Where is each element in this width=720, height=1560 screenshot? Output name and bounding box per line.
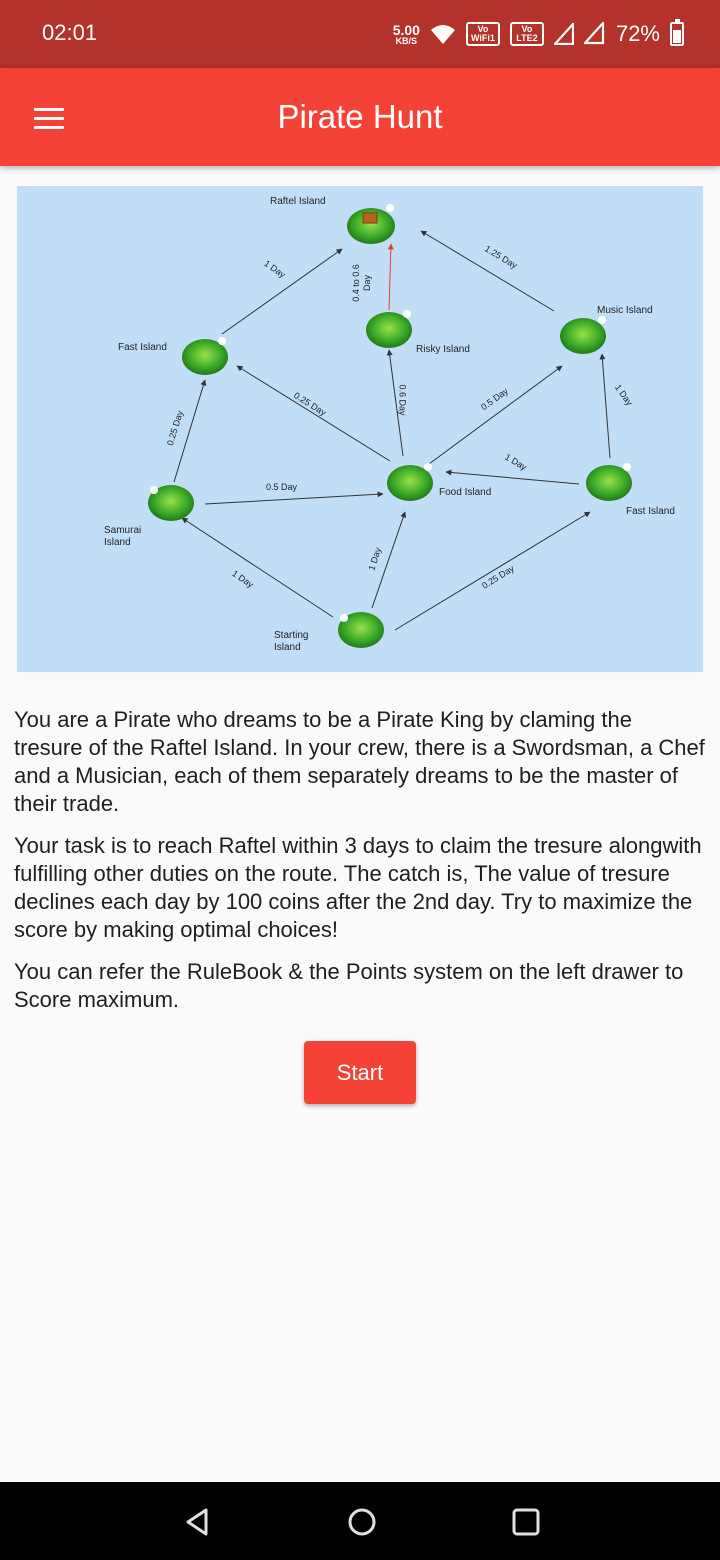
island-fast-left-icon [182, 337, 228, 375]
vowifi-chip: Vo WiFi1 [465, 22, 500, 46]
network-speed: 5.00 KB/S [392, 21, 420, 46]
route-label-food-risky: 0.6 Day [397, 384, 408, 416]
island-risky-icon [366, 310, 412, 348]
description-paragraph-2: Your task is to reach Raftel within 3 da… [14, 833, 702, 942]
label-starting-island: Starting Island [274, 630, 309, 653]
island-map: Raftel Island Music Island Fast Island R… [17, 186, 703, 672]
home-icon[interactable] [342, 1502, 382, 1542]
island-fast-right-icon [586, 463, 632, 501]
route-label-samurai-food: 0.5 Day [266, 482, 298, 492]
app-bar: Pirate Hunt [0, 68, 720, 166]
recent-apps-icon[interactable] [506, 1502, 546, 1542]
description-paragraph-1: You are a Pirate who dreams to be a Pira… [14, 707, 705, 816]
volte-chip: Vo LTE2 [509, 22, 544, 46]
island-samurai-icon [148, 485, 194, 521]
battery-percent: 72% [615, 21, 660, 46]
description-paragraph-3: You can refer the RuleBook & the Points … [14, 959, 684, 1012]
start-button[interactable]: Start [304, 1041, 416, 1104]
system-nav-bar [0, 1482, 720, 1560]
status-icons: 5.00 KB/S Vo WiFi1 Vo LTE2 72% [393, 14, 684, 54]
label-music-island: Music Island [597, 305, 653, 316]
island-music-icon [560, 316, 606, 354]
island-starting-icon [338, 612, 384, 648]
battery-icon [670, 19, 684, 46]
status-time: 02:01 [42, 20, 98, 45]
signal-icon [553, 23, 574, 45]
status-bar: 02:01 5.00 KB/S Vo WiFi1 Vo LTE2 72% [0, 0, 720, 68]
label-food-island: Food Island [439, 487, 492, 498]
label-fast-island-right: Fast Island [626, 506, 675, 517]
label-raftel-island: Raftel Island [270, 196, 326, 207]
route-lines [148, 204, 632, 648]
island-raftel-icon [347, 204, 395, 244]
route-label-risky-raftel: 0.4 to 0.6 Day [350, 264, 372, 302]
label-samurai-island: Samurai Island [104, 525, 142, 548]
page-title: Pirate Hunt [277, 98, 443, 135]
signal-roaming-icon [583, 22, 605, 45]
island-food-icon [387, 463, 433, 501]
wifi-icon [430, 25, 455, 44]
back-icon[interactable] [178, 1502, 218, 1542]
label-risky-island: Risky Island [416, 344, 470, 355]
label-fast-island-left: Fast Island [118, 342, 167, 353]
game-description: You are a Pirate who dreams to be a Pira… [14, 706, 706, 1028]
